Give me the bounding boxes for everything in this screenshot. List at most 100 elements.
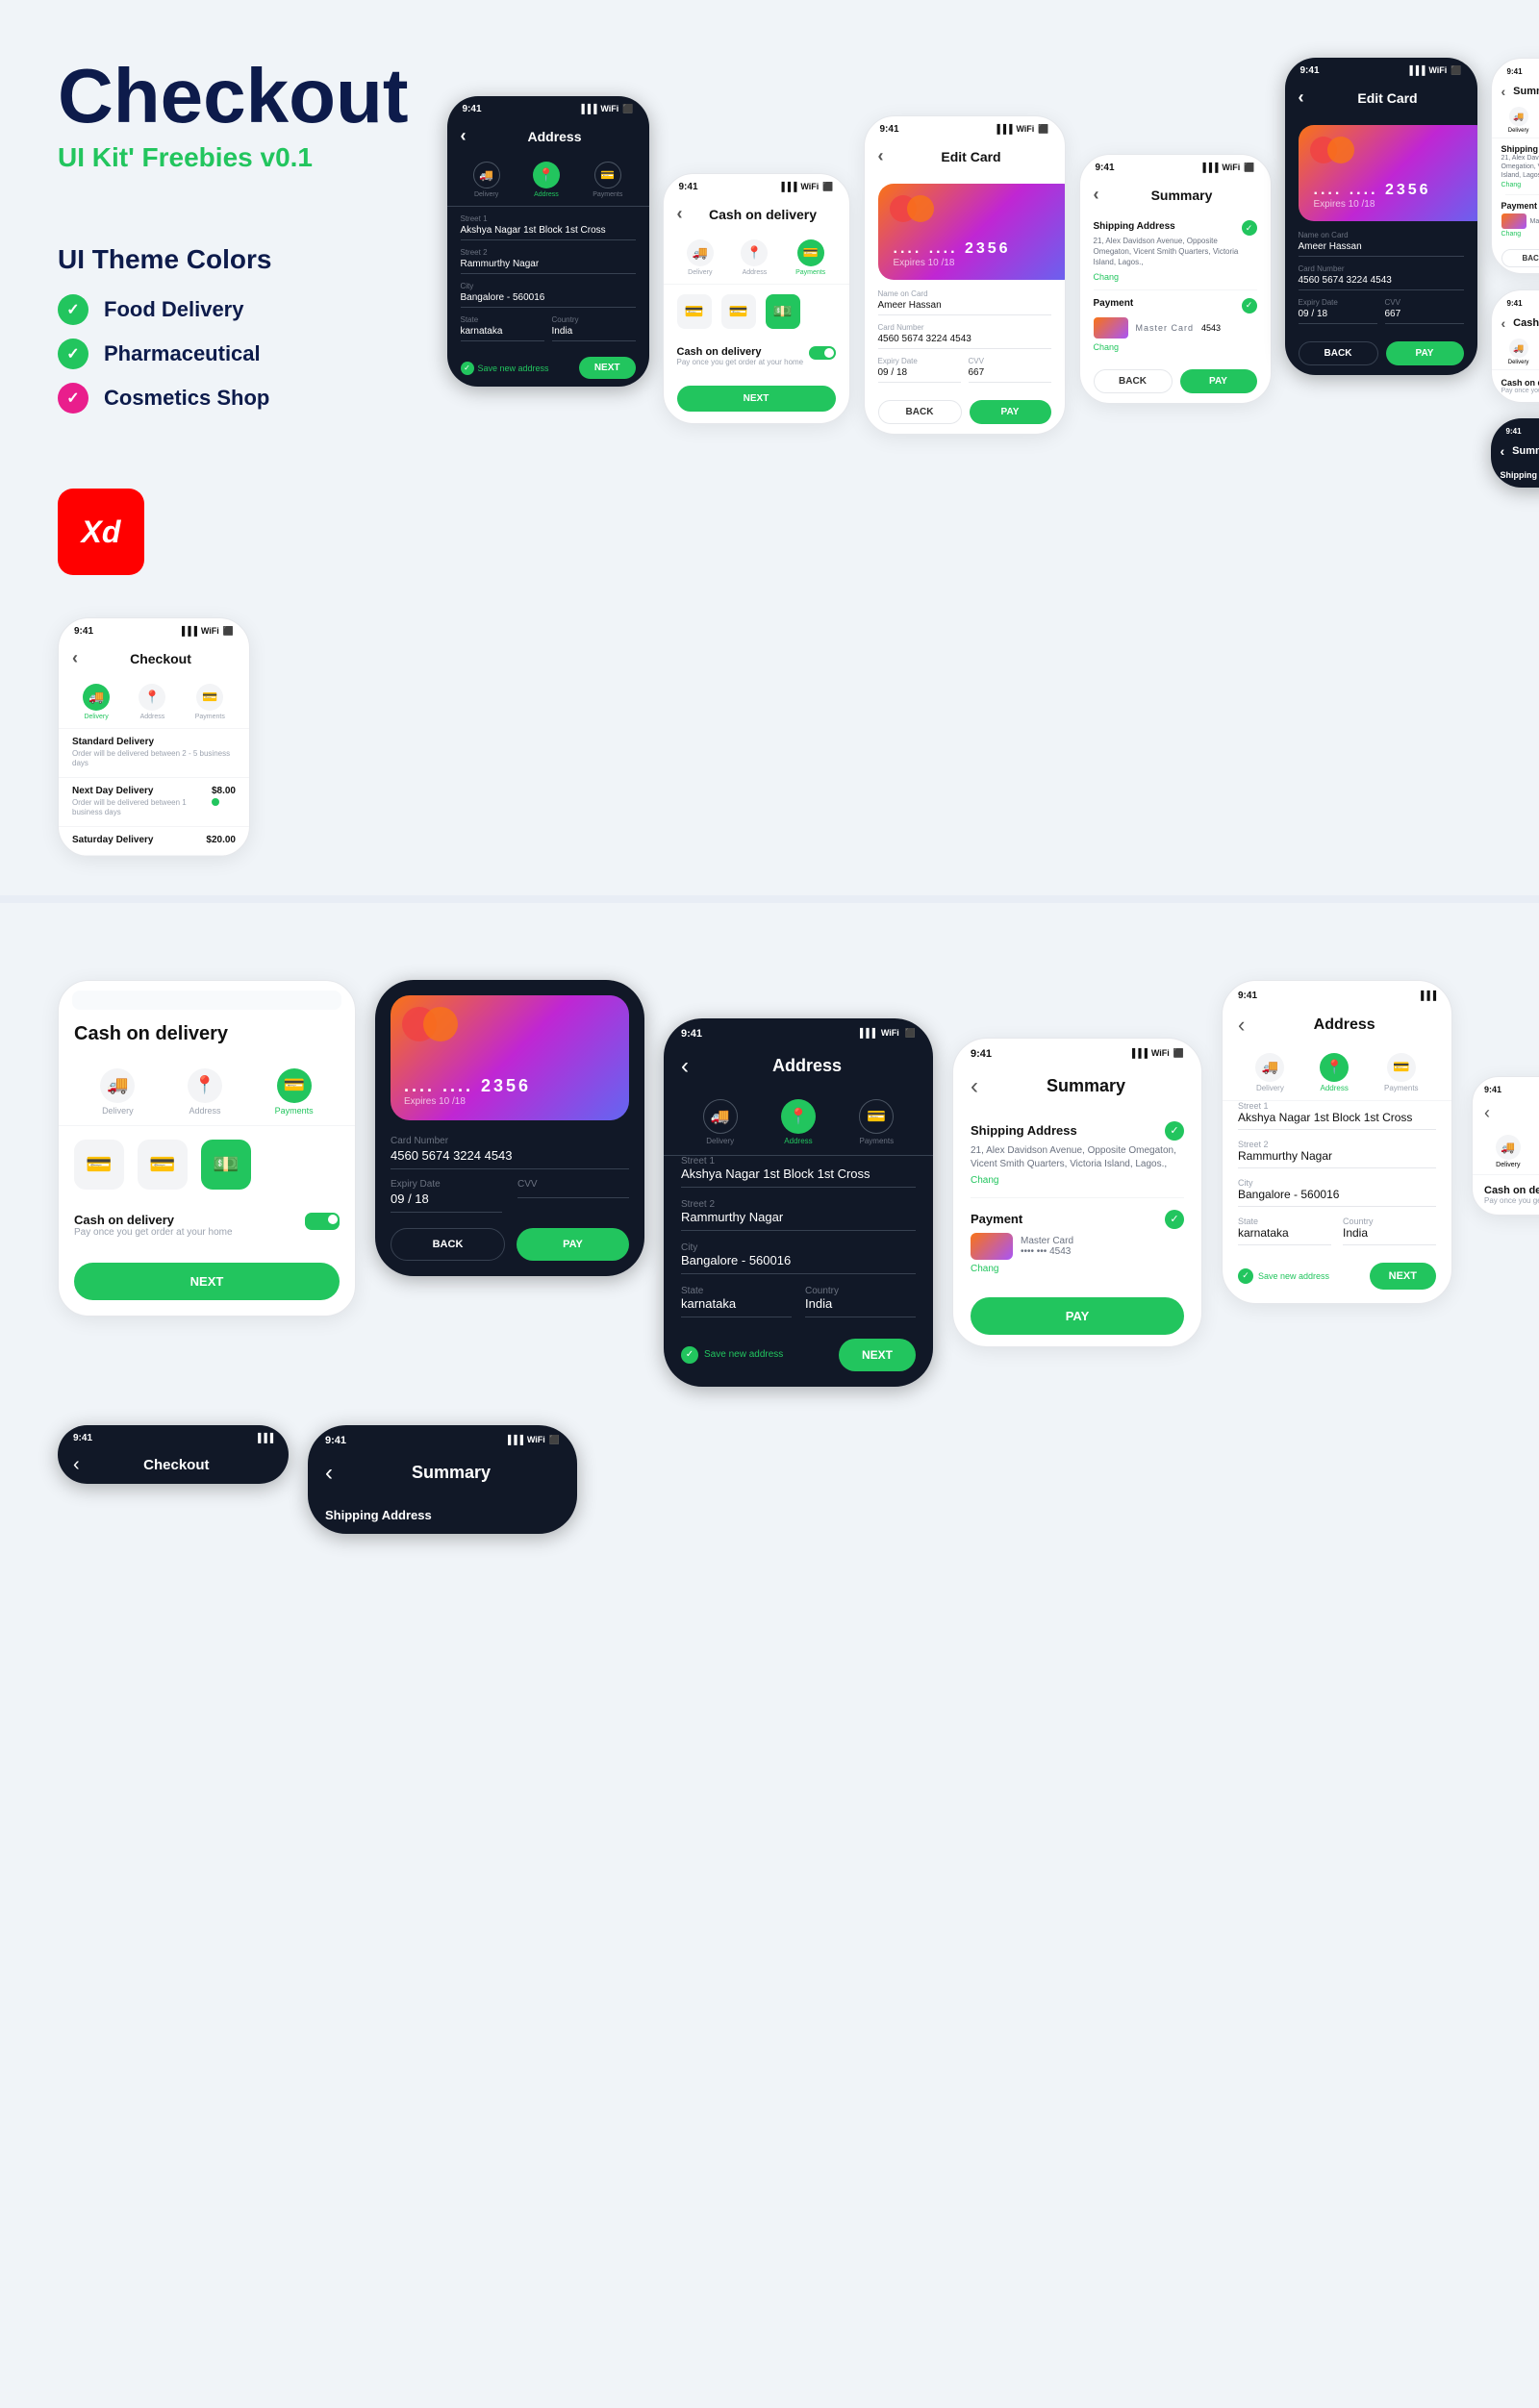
field-city: City Bangalore - 560016 — [461, 282, 636, 308]
pay-button-summary[interactable]: PAY — [1180, 369, 1257, 393]
back-button-summary[interactable]: BACK — [1094, 369, 1173, 393]
next-dark-large[interactable]: NEXT — [839, 1339, 916, 1371]
theme-item-cosmetics: ✓ Cosmetics Shop — [58, 383, 409, 414]
toggle-switch-large[interactable] — [305, 1213, 340, 1230]
address-dark-header: ‹ Address — [664, 1043, 933, 1090]
d-address-icon: 📍 — [533, 162, 560, 188]
back-icon-address[interactable]: ‹ — [461, 126, 467, 146]
cod-icon1: 💳 — [677, 294, 712, 329]
pay-button-edit-card[interactable]: PAY — [970, 400, 1051, 424]
pharma-label: Pharmaceutical — [104, 341, 261, 366]
nav-d-address[interactable]: 📍 Address — [533, 162, 560, 198]
change-link-shipping[interactable]: Chang — [1094, 272, 1257, 282]
edit-card-dark-large: .... .... 2356 Expires 10 /18 Card Numbe… — [375, 980, 644, 1276]
food-delivery-label: Food Delivery — [104, 297, 243, 322]
main-title: Checkout — [58, 58, 409, 135]
payment-icon2: 💳 — [138, 1140, 188, 1190]
phone-header-edit-card: ‹ Edit Card — [865, 138, 1065, 174]
summary-large-header: ‹ Summary — [953, 1064, 1201, 1110]
payment-icon3-active: 💵 — [201, 1140, 251, 1190]
phone-header-edit-card-dark: ‹ Edit Card — [1285, 80, 1477, 115]
next-large-btn[interactable]: NEXT — [74, 1263, 340, 1300]
field-card-number[interactable]: Card Number 4560 5674 3224 4543 — [878, 323, 1051, 349]
small-phones-col: 9:41 ▐▐▐ ‹ Summary 🚚 Delivery 📍 — [1491, 58, 1539, 488]
cod-toggle-large: Cash on delivery Pay once you get order … — [59, 1203, 355, 1247]
field-card-num-dark[interactable]: Card Number 4560 5674 3224 4543 — [1299, 264, 1464, 290]
nav-cash-payments[interactable]: 💳 Payments — [275, 1068, 314, 1116]
payment-card-row: Master Card 4543 — [1094, 314, 1257, 342]
check-icon-food: ✓ — [58, 294, 88, 325]
nav-cod-delivery[interactable]: 🚚 Delivery — [687, 239, 714, 276]
summary-large-white-phone: 9:41 ▐▐▐WiFi⬛ ‹ Summary Shipping Address… — [952, 1038, 1202, 1347]
back-icon-summary[interactable]: ‹ — [1094, 185, 1099, 205]
nav-cod-payments[interactable]: 💳 Payments — [795, 239, 825, 276]
change-link-payment[interactable]: Chang — [1094, 342, 1257, 352]
field-state-country: State karnataka Country India — [461, 315, 636, 341]
back-icon-checkout[interactable]: ‹ — [72, 648, 78, 668]
back-button-edit-card[interactable]: BACK — [878, 400, 962, 424]
field-street2: Street 2 Rammurthy Nagar — [461, 248, 636, 274]
back-icon-cod[interactable]: ‹ — [677, 204, 683, 224]
cod-address-icon: 📍 — [741, 239, 768, 266]
nav-delivery[interactable]: 🚚 Delivery — [83, 684, 110, 720]
next-white-large[interactable]: NEXT — [1370, 1263, 1436, 1290]
cod-icons-row: 💳 💳 💵 — [664, 285, 849, 339]
field-name-card[interactable]: Name on Card Ameer Hassan — [878, 289, 1051, 315]
credit-card-display: .... .... 2356 Expires 10 /18 — [878, 184, 1066, 280]
back-icon-edit-card[interactable]: ‹ — [878, 146, 884, 166]
payment-check-large: ✓ — [1165, 1210, 1184, 1229]
save-check-large: ✓ — [681, 1346, 698, 1364]
save-check-icon: ✓ — [461, 362, 474, 375]
cod-icon2: 💳 — [721, 294, 756, 329]
bottom-phones-row: Cash on delivery 🚚 Delivery 📍 Address 💳 … — [58, 980, 1481, 1387]
change-link-large[interactable]: Chang — [971, 1175, 1184, 1186]
theme-colors-title: UI Theme Colors — [58, 244, 409, 275]
nav-address[interactable]: 📍 Address — [139, 684, 165, 720]
status-bar-cod: 9:41 ▐▐▐WiFi⬛ — [664, 174, 849, 196]
nav-d-delivery[interactable]: 🚚 Delivery — [473, 162, 500, 198]
address-icon: 📍 — [139, 684, 165, 711]
section-divider — [0, 895, 1539, 903]
cod-toggle-switch[interactable] — [809, 346, 836, 360]
check-icon-pharma: ✓ — [58, 339, 88, 369]
mini-card-display — [1094, 317, 1128, 339]
next-button-address[interactable]: NEXT — [579, 357, 636, 379]
nav-checkout: 🚚 Delivery 📍 Address 💳 Payments — [59, 676, 249, 729]
status-bar-address: 9:41 ▐▐▐WiFi⬛ — [447, 96, 649, 118]
nav-cash-delivery[interactable]: 🚚 Delivery — [100, 1068, 135, 1116]
checkout-partial-dark: 9:41 ▐▐▐ ‹ Checkout — [58, 1425, 289, 1484]
back-large-dark[interactable]: BACK — [391, 1228, 505, 1261]
pay-button-dark[interactable]: PAY — [1386, 341, 1464, 365]
back-button-dark[interactable]: BACK — [1299, 341, 1378, 365]
mc-logo-large — [402, 1007, 458, 1041]
edit-card-dark-actions: BACK PAY — [1285, 332, 1477, 375]
field-name-dark[interactable]: Name on Card Ameer Hassan — [1299, 231, 1464, 257]
bottom-section: Cash on delivery 🚚 Delivery 📍 Address 💳 … — [0, 903, 1539, 1572]
nav-cash-address[interactable]: 📍 Address — [188, 1068, 222, 1116]
address-actions: ✓ Save new address NEXT — [447, 349, 649, 387]
pay-btn-sum-large[interactable]: PAY — [971, 1297, 1184, 1335]
summary-dark-large-phone: 9:41 ▐▐▐WiFi⬛ ‹ Summary Shipping Address — [308, 1425, 577, 1534]
summary-dark-small-phone: 9:41 ▐▐▐ ‹ Summary Shipping Address — [1491, 418, 1539, 488]
theme-colors-block: UI Theme Colors ✓ Food Delivery ✓ Pharma… — [58, 244, 409, 427]
checkout-phone: 9:41 ▐▐▐WiFi⬛ ‹ Checkout 🚚 Delivery 📍 Ad… — [58, 617, 250, 857]
nav-payments[interactable]: 💳 Payments — [195, 684, 225, 720]
phone-header-checkout: ‹ Checkout — [59, 640, 249, 676]
back-icon-edit-dark[interactable]: ‹ — [1299, 88, 1304, 108]
back-icon-sum-large[interactable]: ‹ — [971, 1073, 978, 1100]
summary-actions: BACK PAY — [1080, 360, 1271, 403]
back-large-dark-addr[interactable]: ‹ — [681, 1053, 689, 1080]
check-icon-cosmetics: ✓ — [58, 383, 88, 414]
cash-small-phone: 9:41 ▐▐▐ ‹ Cash 🚚 Delivery 📍 — [1491, 289, 1539, 403]
payment-icon1: 💳 — [74, 1140, 124, 1190]
phone-header-address: ‹ Address — [447, 118, 649, 154]
next-button-cod[interactable]: NEXT — [677, 386, 836, 412]
nav-cod: 🚚 Delivery 📍 Address 💳 Payments — [664, 232, 849, 285]
back-btn-small[interactable]: BACK — [1501, 249, 1539, 267]
nav-d-payments[interactable]: 💳 Payments — [593, 162, 622, 198]
delivery-option-saturday: Saturday Delivery $20.00 — [59, 827, 249, 856]
edit-card-dark-phone: 9:41 ▐▐▐WiFi⬛ ‹ Edit Card .... .... 2356… — [1285, 58, 1477, 375]
nav-cod-address[interactable]: 📍 Address — [741, 239, 768, 276]
subtitle: UI Kit' Freebies v0.1 — [58, 142, 409, 173]
pay-large-dark[interactable]: PAY — [517, 1228, 629, 1261]
